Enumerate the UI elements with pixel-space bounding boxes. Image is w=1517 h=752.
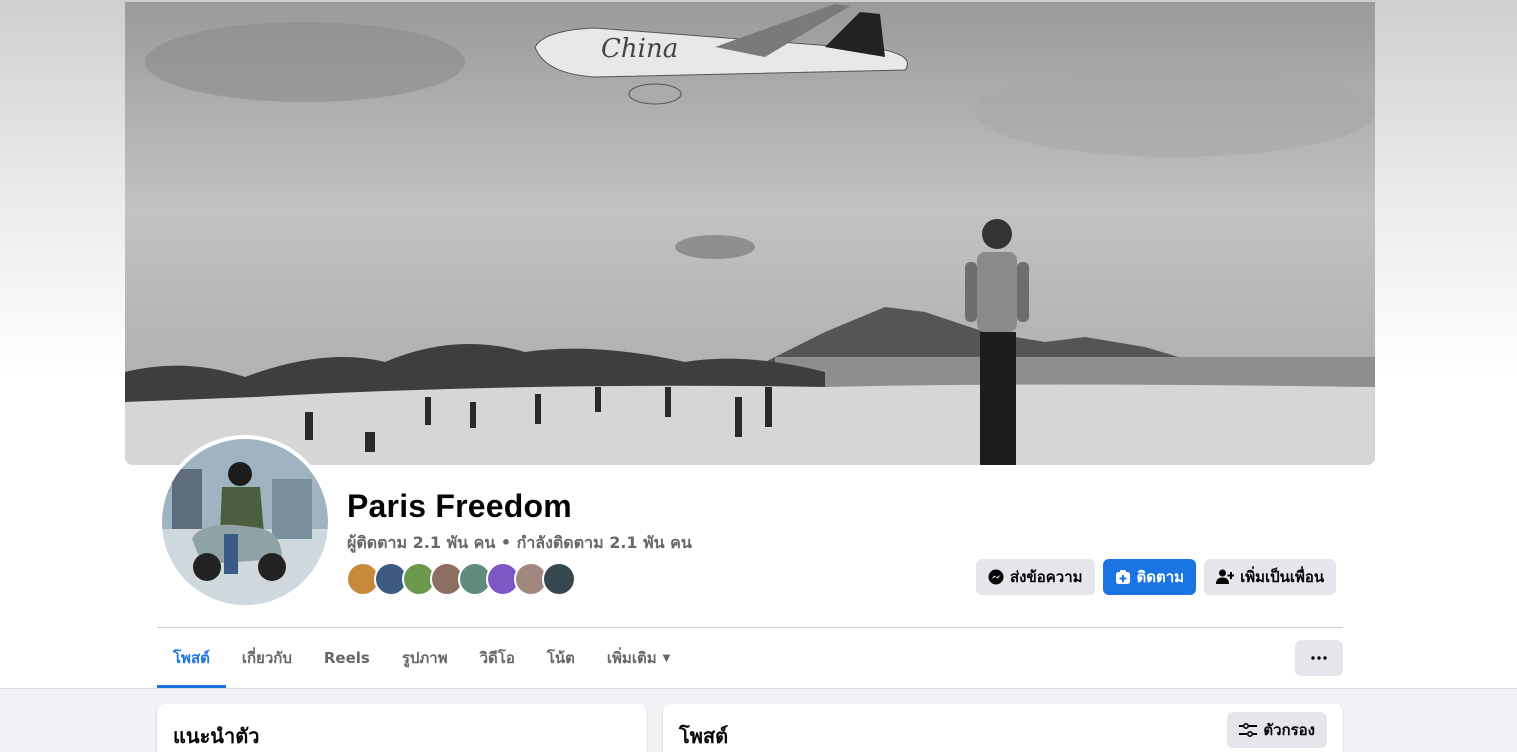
filter-button-label: ตัวกรอง xyxy=(1263,721,1315,739)
tab-more[interactable]: เพิ่มเติม ▼ xyxy=(591,628,686,688)
tab-notes[interactable]: โน้ต xyxy=(531,628,591,688)
profile-name: Paris Freedom xyxy=(347,488,572,524)
intro-card-title: แนะนำตัว xyxy=(173,724,260,748)
svg-text:China: China xyxy=(601,34,678,64)
add-friend-button[interactable]: เพิ่มเป็นเพื่อน xyxy=(1204,559,1337,595)
tab-about[interactable]: เกี่ยวกับ xyxy=(226,628,308,688)
posts-card: โพสต์ ตัวกรอง xyxy=(663,704,1343,752)
tab-label: โพสต์ xyxy=(173,649,210,667)
message-button-label: ส่งข้อความ xyxy=(1010,568,1083,586)
message-button[interactable]: ส่งข้อความ xyxy=(976,559,1095,595)
tab-videos[interactable]: วิดีโอ xyxy=(464,628,531,688)
mutual-friends-avatars[interactable] xyxy=(346,562,576,596)
ellipsis-icon xyxy=(1311,656,1327,660)
filter-button[interactable]: ตัวกรอง xyxy=(1227,712,1327,748)
profile-avatar[interactable] xyxy=(158,435,332,609)
friend-avatar[interactable] xyxy=(542,562,576,596)
add-friend-icon xyxy=(1216,569,1235,584)
cover-photo[interactable]: China xyxy=(125,2,1375,465)
intro-card: แนะนำตัว xyxy=(157,704,647,752)
tab-reels[interactable]: Reels xyxy=(308,628,386,688)
profile-actions: ส่งข้อความ ติดตาม เพิ่มเป็นเพื่อน xyxy=(976,559,1337,595)
profile-follow-stats[interactable]: ผู้ติดตาม 2.1 พัน คน • กำลังติดตาม 2.1 พ… xyxy=(347,531,692,556)
follow-button[interactable]: ติดตาม xyxy=(1102,559,1197,595)
messenger-icon xyxy=(988,569,1004,585)
tab-label: โน้ต xyxy=(546,649,575,667)
add-friend-button-label: เพิ่มเป็นเพื่อน xyxy=(1240,568,1325,586)
tab-label: Reels xyxy=(323,649,370,667)
follow-icon xyxy=(1115,570,1130,584)
profile-header: China Paris Freedom ผู้ติดตาม 2.1 พัน คน… xyxy=(0,0,1517,689)
posts-card-title: โพสต์ xyxy=(679,724,729,748)
tab-label: วิดีโอ xyxy=(479,649,515,667)
caret-down-icon: ▼ xyxy=(662,652,671,664)
tab-photos[interactable]: รูปภาพ xyxy=(386,628,464,688)
tab-posts[interactable]: โพสต์ xyxy=(157,628,226,688)
follow-button-label: ติดตาม xyxy=(1136,568,1185,586)
tab-label: เพิ่มเติม xyxy=(606,649,657,667)
tab-label: เกี่ยวกับ xyxy=(241,649,292,667)
tab-label: รูปภาพ xyxy=(401,649,448,667)
more-options-button[interactable] xyxy=(1295,640,1343,676)
filter-icon xyxy=(1239,723,1258,737)
profile-tabs: โพสต์ เกี่ยวกับ Reels รูปภาพ วิดีโอ โน้ต… xyxy=(157,628,686,688)
